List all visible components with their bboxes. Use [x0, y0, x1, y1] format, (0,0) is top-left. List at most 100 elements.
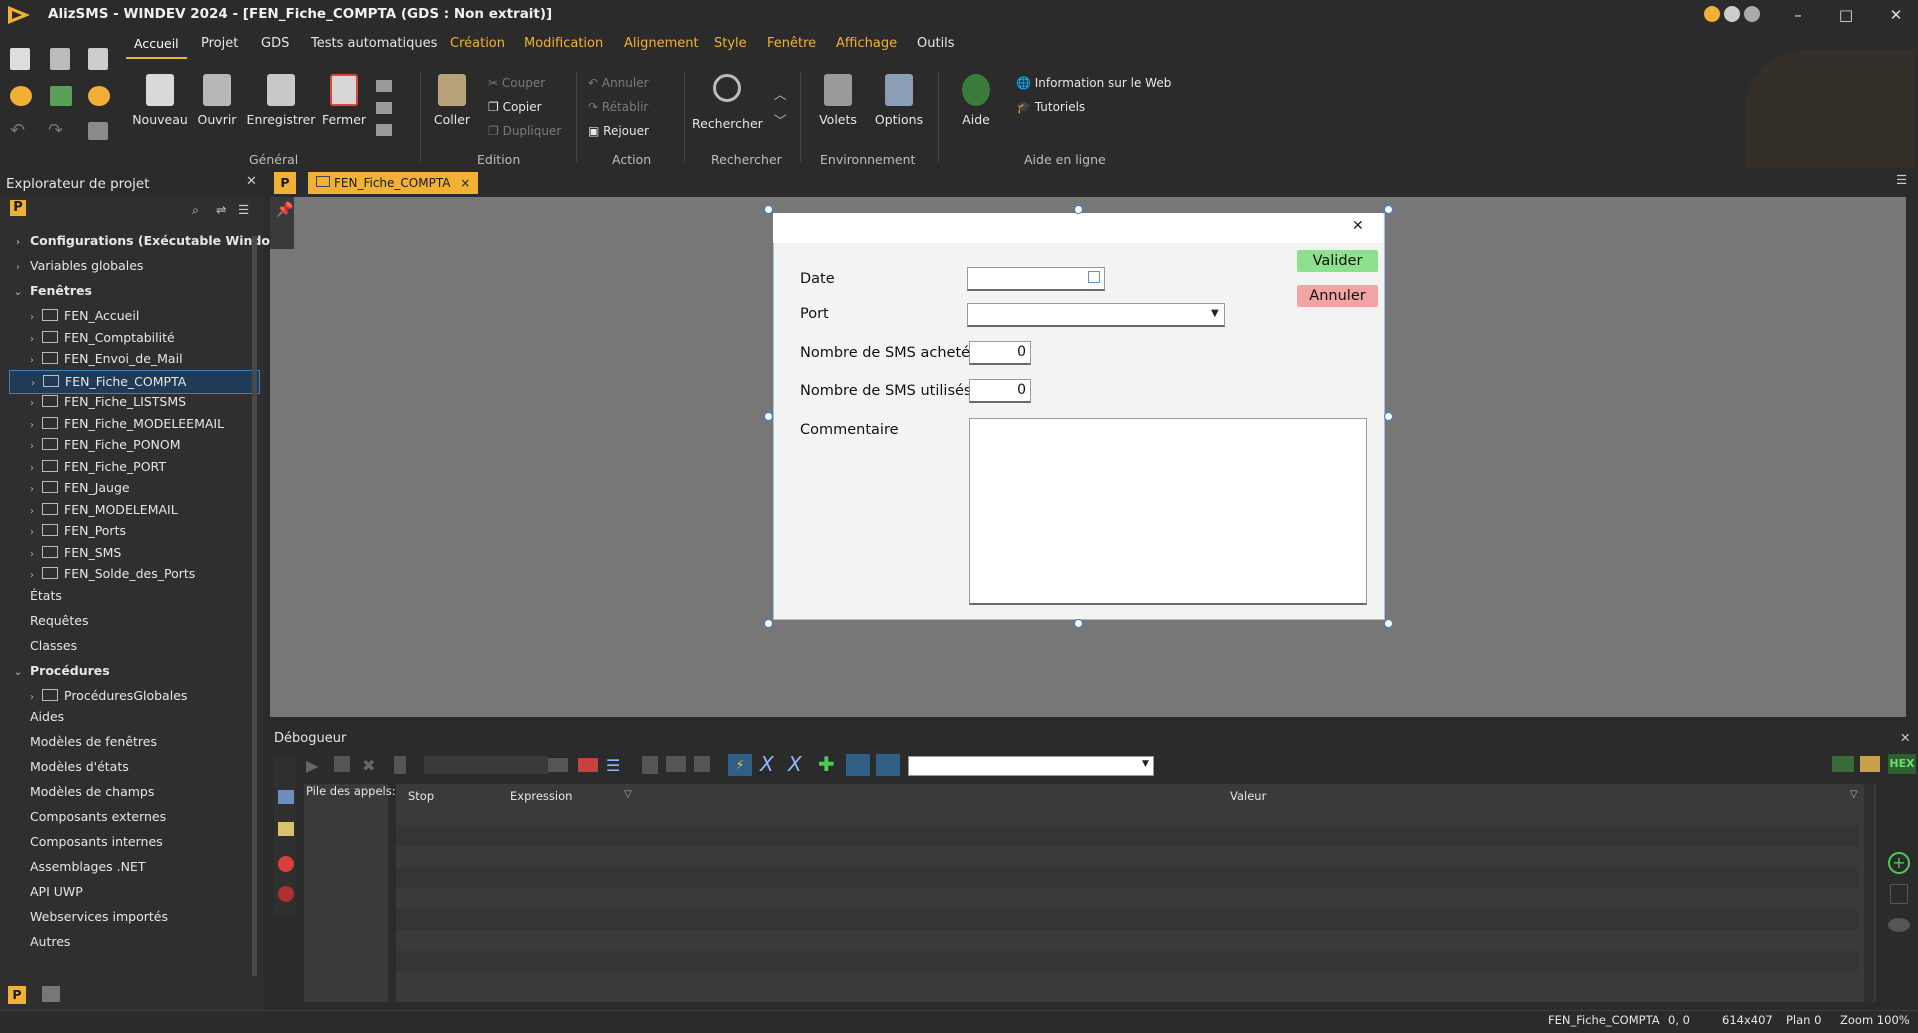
- monitor-icon[interactable]: [666, 756, 686, 772]
- resize-handle[interactable]: [764, 205, 773, 214]
- tree-item[interactable]: › FEN_Solde_des_Ports: [0, 563, 270, 585]
- pause-icon[interactable]: [394, 756, 406, 774]
- resize-handle[interactable]: [764, 619, 773, 628]
- lightning-icon[interactable]: ⚡: [728, 754, 752, 776]
- table-row[interactable]: [396, 867, 1858, 888]
- monitor-chart-icon[interactable]: [1832, 756, 1854, 772]
- disable-breakpoint-icon[interactable]: [278, 886, 294, 902]
- debugger-combo[interactable]: [908, 756, 1154, 776]
- note-icon[interactable]: [278, 822, 294, 836]
- table-row[interactable]: [396, 909, 1858, 930]
- enregistrer-button[interactable]: Enregistrer: [246, 74, 316, 127]
- info-web-button[interactable]: 🌐 Information sur le Web: [1016, 76, 1171, 90]
- folder-icon[interactable]: [1860, 756, 1880, 772]
- fermer-button[interactable]: Fermer: [320, 74, 368, 127]
- paste-expression-icon[interactable]: [876, 754, 900, 776]
- tree-item[interactable]: Composants internes: [0, 831, 256, 853]
- grid-scrollbar[interactable]: [1864, 784, 1874, 1002]
- valider-button[interactable]: Valider: [1297, 250, 1378, 272]
- tree-item[interactable]: › FEN_Comptabilité: [0, 327, 270, 349]
- tab-style[interactable]: Style: [714, 36, 747, 51]
- tree-item[interactable]: › FEN_Fiche_LISTSMS: [0, 391, 270, 413]
- project-tab-icon[interactable]: P: [274, 172, 296, 194]
- add-icon[interactable]: +: [1888, 852, 1910, 874]
- add-expression-icon[interactable]: ✚: [818, 752, 835, 776]
- volets-button[interactable]: Volets: [816, 74, 860, 127]
- tab-outils[interactable]: Outils: [917, 36, 955, 51]
- delete-icon[interactable]: [578, 758, 598, 772]
- date-input[interactable]: [967, 267, 1105, 291]
- tab-creation[interactable]: Création: [450, 36, 505, 51]
- port-select[interactable]: [967, 303, 1225, 327]
- filter-icon[interactable]: ▽: [1850, 789, 1858, 800]
- aide-button[interactable]: Aide: [956, 74, 996, 127]
- commentaire-textarea[interactable]: [969, 418, 1367, 605]
- explorer-close-icon[interactable]: ✕: [246, 174, 257, 189]
- play-icon[interactable]: ▶: [306, 756, 318, 775]
- combo-arrow-icon[interactable]: ▼: [1142, 759, 1149, 769]
- sms-utilises-input[interactable]: 0: [969, 379, 1031, 403]
- tab-fen-fiche-compta[interactable]: FEN_Fiche_COMPTA ×: [308, 172, 479, 194]
- tree-item[interactable]: › ProcéduresGlobales: [0, 685, 270, 707]
- resize-handle[interactable]: [764, 412, 773, 421]
- expand-chevron-icon[interactable]: ⌄: [12, 662, 24, 684]
- copier-button[interactable]: ❐ Copier: [488, 100, 542, 114]
- tree-item[interactable]: Webservices importés: [0, 906, 256, 928]
- retablir-button[interactable]: ↷ Rétablir: [588, 100, 648, 114]
- tab-tests-automatiques[interactable]: Tests automatiques: [311, 36, 437, 51]
- resize-handle[interactable]: [1384, 619, 1393, 628]
- trash-icon[interactable]: [1890, 884, 1908, 904]
- search-icon[interactable]: ⌕: [192, 202, 199, 218]
- minimize-button[interactable]: –: [1778, 4, 1818, 26]
- tree-item[interactable]: › FEN_Envoi_de_Mail: [0, 348, 270, 370]
- tree-item[interactable]: › FEN_Fiche_PORT: [0, 456, 270, 478]
- form-close-icon[interactable]: ✕: [1352, 218, 1364, 234]
- nouveau-button[interactable]: Nouveau: [132, 74, 188, 127]
- tree-item[interactable]: Aides: [0, 706, 256, 728]
- stack-icon[interactable]: [278, 790, 294, 804]
- tree-item[interactable]: › Configurations (Exécutable Windo: [0, 230, 270, 252]
- tree-item[interactable]: États: [0, 585, 256, 607]
- annuler-button[interactable]: Annuler: [1297, 285, 1378, 307]
- explorer-scrollbar[interactable]: [252, 236, 257, 976]
- tree-item[interactable]: Composants externes: [0, 806, 256, 828]
- tree-item[interactable]: Assemblages .NET: [0, 856, 256, 878]
- menu-icon[interactable]: ☰: [238, 202, 249, 217]
- tree-item[interactable]: › FEN_Fiche_MODELEEMAIL: [0, 413, 270, 435]
- tree-item[interactable]: › FEN_Jauge: [0, 477, 270, 499]
- column-expression[interactable]: Expression: [510, 789, 572, 803]
- rejouer-button[interactable]: ▣ Rejouer: [588, 124, 649, 138]
- sync-icon[interactable]: ⇌: [216, 202, 226, 217]
- resize-handle[interactable]: [1074, 619, 1083, 628]
- redo-icon[interactable]: ↷: [48, 120, 63, 141]
- dropdown-arrow-icon[interactable]: ▼: [1211, 308, 1219, 319]
- tree-item[interactable]: Modèles de fenêtres: [0, 731, 256, 753]
- chevron-down-icon[interactable]: ﹀: [774, 110, 787, 129]
- tree-item[interactable]: › FEN_SMS: [0, 542, 270, 564]
- project-tab-icon[interactable]: P: [8, 986, 26, 1004]
- tree-item[interactable]: Modèles de champs: [0, 781, 256, 803]
- tree-item[interactable]: › FEN_Fiche_PONOM: [0, 434, 270, 456]
- close-button[interactable]: ✕: [1876, 4, 1916, 26]
- print-icon[interactable]: [376, 80, 392, 92]
- tab-modification[interactable]: Modification: [524, 36, 603, 51]
- tree-item[interactable]: › Variables globales: [0, 255, 256, 277]
- stop-icon[interactable]: [334, 756, 350, 772]
- database-icon[interactable]: [642, 756, 658, 774]
- tree-item[interactable]: › FEN_MODELEMAIL: [0, 499, 270, 521]
- expand-chevron-icon[interactable]: ⌄: [12, 282, 24, 304]
- chevron-up-icon[interactable]: ︿: [774, 84, 787, 103]
- resize-handle[interactable]: [1384, 205, 1393, 214]
- undo-icon[interactable]: ↶: [10, 120, 25, 141]
- export-icon[interactable]: [376, 102, 392, 114]
- dupliquer-button[interactable]: ❐ Dupliquer: [488, 124, 561, 138]
- expression-icon[interactable]: X: [788, 752, 802, 776]
- tree-item[interactable]: API UWP: [0, 881, 256, 903]
- printer-icon[interactable]: [376, 124, 392, 136]
- tab-list-icon[interactable]: ☰: [1896, 172, 1907, 187]
- ouvrir-button[interactable]: Ouvrir: [194, 74, 240, 127]
- pin-icon[interactable]: 📌: [276, 202, 293, 218]
- calendar-icon[interactable]: [1088, 271, 1100, 283]
- eye-icon[interactable]: [1888, 918, 1910, 932]
- column-stop[interactable]: Stop: [408, 789, 434, 803]
